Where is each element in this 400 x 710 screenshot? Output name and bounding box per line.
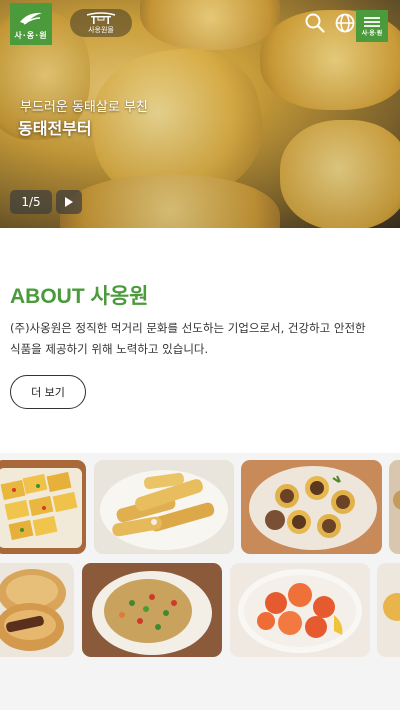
about-description-line: 식품을 제공하기 위해 노력하고 있습니다.	[10, 342, 209, 356]
more-button[interactable]: 더 보기	[10, 375, 86, 409]
menu-button[interactable]: 사·옹·원	[356, 10, 388, 42]
food-image	[94, 460, 234, 554]
about-section: ABOUT 사옹원 (주)사옹원은 정직한 먹거리 문화를 선도하는 기업으로서…	[0, 228, 400, 453]
brand-mall-label: 사옹원몰	[88, 25, 114, 34]
hero-title: 동태전부터	[18, 119, 92, 138]
food-image	[82, 563, 222, 657]
play-icon	[65, 197, 73, 207]
menu-button-text: 사·옹·원	[361, 30, 383, 37]
about-description: (주)사옹원은 정직한 먹거리 문화를 선도하는 기업으로서, 건강하고 안전한…	[10, 318, 385, 360]
slide-counter: 1/5	[10, 190, 52, 214]
brand-mall-button[interactable]: 사옹원몰	[70, 9, 132, 37]
hero-subtitle: 부드러운 동태살로 부친	[20, 100, 148, 115]
dish-hotteok[interactable]	[0, 563, 74, 657]
food-image	[389, 460, 400, 554]
dish-stuffed-mushrooms[interactable]	[241, 460, 382, 554]
dish-partial[interactable]	[389, 460, 400, 554]
page-bottom	[0, 660, 400, 710]
gate-icon	[86, 11, 116, 24]
food-image	[241, 460, 382, 554]
menu-icon	[364, 16, 380, 27]
dish-partial[interactable]	[377, 563, 400, 657]
dish-seafood-pancake[interactable]	[82, 563, 222, 657]
about-description-line: (주)사옹원은 정직한 먹거리 문화를 선도하는 기업으로서, 건강하고 안전한	[10, 321, 366, 335]
food-image	[0, 563, 74, 657]
food-image	[377, 563, 400, 657]
play-button[interactable]	[56, 190, 82, 214]
food-image	[230, 563, 370, 657]
logo-mark-icon	[20, 12, 42, 25]
about-heading: ABOUT 사옹원	[10, 285, 149, 308]
dish-jeon-squares[interactable]	[0, 460, 86, 554]
food-image	[0, 460, 86, 554]
dish-fried-fish-sticks[interactable]	[94, 460, 234, 554]
dish-shrimp-sauce[interactable]	[230, 563, 370, 657]
logo-text: 사·옹·원	[14, 31, 48, 40]
hero-slider[interactable]: 사·옹·원 사옹원몰 사·옹·원 부드러운 동태살로 부친 동태전부터 1/5	[0, 0, 400, 228]
search-icon[interactable]	[304, 12, 326, 34]
logo[interactable]: 사·옹·원	[10, 3, 52, 45]
globe-icon[interactable]	[334, 12, 356, 34]
